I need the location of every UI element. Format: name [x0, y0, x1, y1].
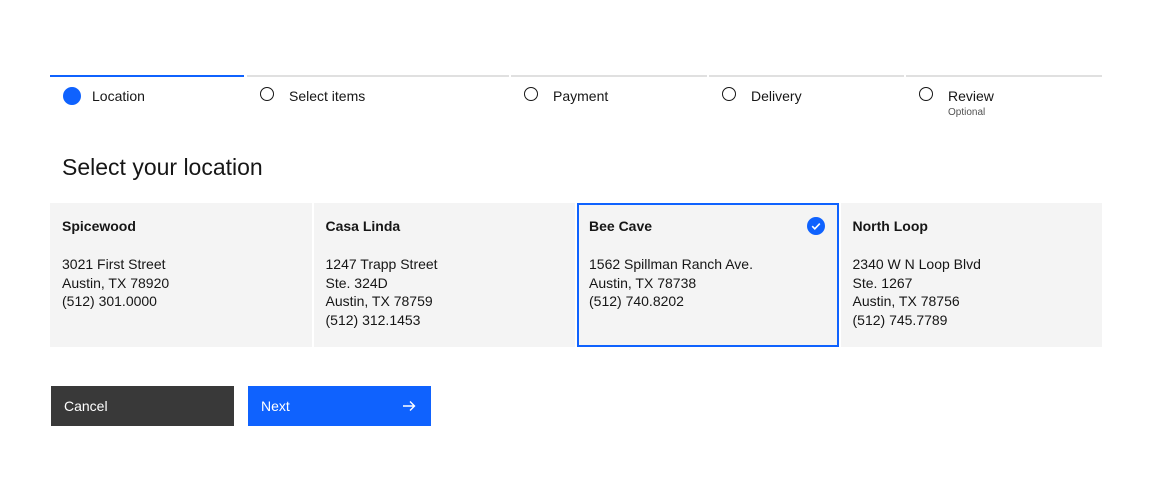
- tile-title: Spicewood: [62, 218, 136, 234]
- step-location[interactable]: Location: [50, 75, 246, 125]
- step-select-items[interactable]: Select items: [247, 75, 511, 125]
- next-button[interactable]: Next: [248, 386, 431, 426]
- step-label: Location: [92, 88, 145, 104]
- checkmark-filled-icon: [806, 217, 825, 235]
- tile-address-line: 3021 First Street: [62, 256, 166, 272]
- incomplete-step-icon: [919, 87, 933, 101]
- step-review[interactable]: Review Optional: [906, 75, 1102, 125]
- cancel-button[interactable]: Cancel: [51, 386, 234, 426]
- tile-phone: (512) 312.1453: [325, 311, 421, 328]
- step-bar: [247, 75, 509, 77]
- tile-title: Casa Linda: [325, 218, 401, 234]
- step-bar: [50, 75, 244, 77]
- progress-indicator: Location Select items Payment Delivery R…: [50, 75, 1102, 125]
- tile-address-line: 1247 Trapp Street: [325, 256, 438, 272]
- cancel-button-label: Cancel: [64, 398, 108, 414]
- step-delivery[interactable]: Delivery: [709, 75, 906, 125]
- tile-address-line: Austin, TX 78738: [589, 274, 697, 291]
- incomplete-step-icon: [260, 87, 274, 101]
- tile-address-line: Austin, TX 78759: [325, 293, 433, 309]
- tile-phone: (512) 745.7789: [852, 311, 948, 328]
- tile-address-line: 2340 W N Loop Blvd: [852, 256, 981, 272]
- location-tile-north-loop[interactable]: North Loop 2340 W N Loop Blvd Ste. 1267 …: [840, 203, 1102, 347]
- arrow-right-icon: [401, 398, 417, 417]
- next-button-label: Next: [261, 398, 290, 414]
- current-step-icon: [63, 87, 81, 105]
- step-label: Payment: [553, 88, 609, 104]
- location-tile-casa-linda[interactable]: Casa Linda 1247 Trapp Street Ste. 324D A…: [313, 203, 575, 347]
- tile-address-line: Austin, TX 78756: [852, 293, 960, 309]
- tile-address-line: Ste. 1267: [852, 274, 913, 291]
- step-bar: [709, 75, 904, 77]
- step-label: Select items: [289, 88, 366, 104]
- step-bar: [511, 75, 707, 77]
- tile-address-line: 1562 Spillman Ranch Ave.: [589, 256, 753, 272]
- tile-title: North Loop: [852, 218, 928, 234]
- tile-address-line: Ste. 324D: [325, 274, 388, 291]
- tile-phone: (512) 740.8202: [589, 293, 684, 309]
- incomplete-step-icon: [524, 87, 538, 101]
- tile-phone: (512) 301.0000: [62, 293, 157, 309]
- step-payment[interactable]: Payment: [511, 75, 709, 125]
- page-title: Select your location: [62, 154, 263, 180]
- tile-title: Bee Cave: [589, 218, 653, 234]
- incomplete-step-icon: [722, 87, 736, 101]
- step-label: Review: [948, 88, 994, 104]
- step-optional-label: Optional: [948, 107, 986, 118]
- step-label: Delivery: [751, 88, 802, 104]
- location-tiles: Spicewood 3021 First Street Austin, TX 7…: [50, 203, 1102, 347]
- step-bar: [906, 75, 1102, 77]
- tile-address-line: Austin, TX 78920: [62, 274, 170, 291]
- location-tile-bee-cave[interactable]: Bee Cave 1562 Spillman Ranch Ave. Austin…: [577, 203, 839, 347]
- location-tile-spicewood[interactable]: Spicewood 3021 First Street Austin, TX 7…: [50, 203, 312, 347]
